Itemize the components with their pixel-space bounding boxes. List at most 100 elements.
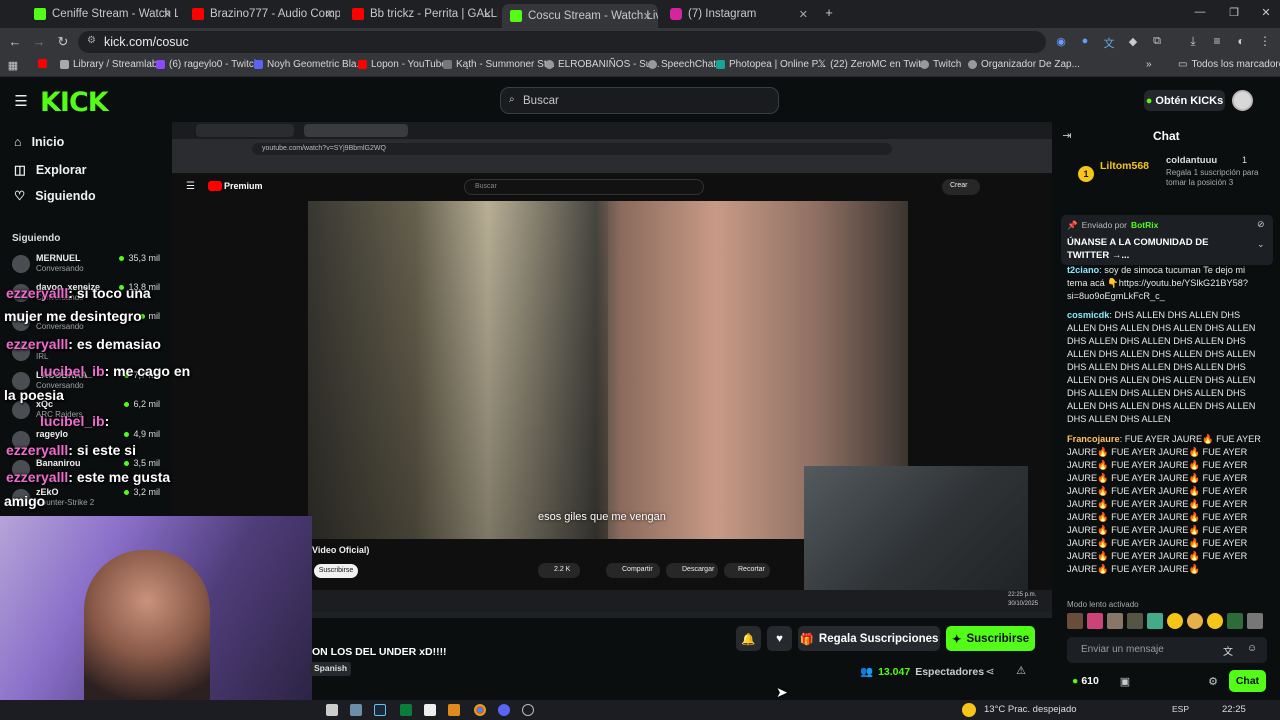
kick-logo[interactable]: KICK: [40, 87, 109, 118]
bookmark-item[interactable]: Noyh Geometric Bla...: [254, 59, 365, 70]
slow-mode-notice: Modo lento activado: [1067, 600, 1139, 609]
taskbar-app-icon[interactable]: [522, 704, 534, 716]
menu-kebab-icon[interactable]: ⋮: [1258, 34, 1272, 48]
browser-tab-4-active[interactable]: Coscu Stream - Watch Live 🔊 ✕: [502, 4, 658, 28]
unpin-icon[interactable]: ⊘: [1257, 219, 1265, 230]
bookmark-item[interactable]: Lopon - YouTube: [358, 59, 447, 70]
browser-tab-2[interactable]: Brazino777 - Audio Completo - ✕: [184, 4, 340, 24]
store-icon[interactable]: ▣: [1118, 675, 1132, 688]
taskbar-app-icon[interactable]: [400, 704, 412, 716]
bookmark-item[interactable]: SpeechChat: [648, 59, 716, 70]
emote-icon[interactable]: [1247, 613, 1263, 629]
chat-author[interactable]: t2ciano: [1067, 265, 1099, 275]
kicks-balance[interactable]: ● 610: [1072, 675, 1099, 687]
nav-inicio[interactable]: ⌂ Inicio: [14, 135, 64, 149]
bookmark-item[interactable]: Twitch: [920, 59, 961, 70]
emote-icon[interactable]: [1107, 613, 1123, 629]
profile-icon[interactable]: ◐: [1234, 34, 1248, 48]
yt-brand: Premium: [224, 181, 263, 191]
download-icon[interactable]: ⤓: [1186, 34, 1200, 49]
address-bar[interactable]: ⚙ kick.com/cosuc: [78, 31, 1046, 53]
weather-text[interactable]: 13°C Prac. despejado: [984, 704, 1077, 715]
chat-message-input[interactable]: Enviar un mensaje 文 ☺: [1067, 637, 1267, 663]
get-kicks-button[interactable]: ● Obtén KICKs: [1144, 90, 1225, 111]
input-language[interactable]: ESP: [1172, 704, 1189, 714]
settings-gear-icon[interactable]: ⚙: [1206, 675, 1220, 688]
search-input[interactable]: ⌕ Buscar: [500, 87, 779, 114]
emote-icon[interactable]: [1227, 613, 1243, 629]
taskbar-app-icon[interactable]: [424, 704, 436, 716]
streamer-figure: [84, 550, 210, 720]
close-icon[interactable]: ✕: [799, 8, 808, 21]
emote-icon[interactable]: [1147, 613, 1163, 629]
emote-icon[interactable]: [1207, 613, 1223, 629]
apps-grid-icon[interactable]: ▦: [6, 59, 20, 72]
window-close-icon[interactable]: ✕: [1258, 6, 1274, 19]
bookmark-item[interactable]: [38, 59, 47, 68]
site-info-icon[interactable]: ⚙: [87, 35, 96, 46]
emote-icon[interactable]: [1127, 613, 1143, 629]
browser-tab-1[interactable]: Ceniffe Stream - Watch Live on K ✕: [26, 4, 178, 24]
extension-icon[interactable]: ◉: [1054, 35, 1068, 48]
emote-icon[interactable]: [1167, 613, 1183, 629]
user-avatar[interactable]: [1232, 90, 1253, 111]
pinned-message[interactable]: 📌 Enviado por BotRix ÚNANSE A LA COMUNIDAD…: [1061, 215, 1273, 265]
translate-icon[interactable]: 文: [1102, 35, 1116, 51]
bookmark-item[interactable]: Organizador De Zap...: [968, 59, 1080, 70]
collapse-chat-icon[interactable]: ⇥: [1060, 129, 1074, 142]
close-icon[interactable]: ✕: [483, 8, 492, 21]
bookmark-item[interactable]: Kąth - Summoner St...: [443, 59, 555, 70]
extension-icon[interactable]: ●: [1078, 35, 1092, 47]
emote-icon[interactable]: [1087, 613, 1103, 629]
chevron-down-icon[interactable]: ⌄: [1257, 239, 1265, 250]
gifter-name[interactable]: coldantuuu: [1166, 155, 1217, 166]
bookmarks-overflow-icon[interactable]: »: [1146, 59, 1152, 70]
browser-tab-5[interactable]: (7) Instagram ✕: [662, 4, 814, 24]
report-warning-icon[interactable]: ⚠: [1015, 664, 1027, 677]
gift-subs-button[interactable]: 🎁 Regala Suscripciones: [798, 626, 940, 651]
bookmark-item[interactable]: ELROBANIÑOS - Su...: [545, 59, 660, 70]
forward-icon[interactable]: →: [32, 34, 46, 49]
bookmark-item[interactable]: 𝕏 (22) ZeroMC en Twit...: [818, 59, 929, 70]
new-tab-icon[interactable]: +: [822, 5, 836, 20]
taskbar-app-icon[interactable]: [350, 704, 362, 716]
chat-author[interactable]: Francojaure: [1067, 434, 1120, 444]
nav-explorar[interactable]: ◫ Explorar: [14, 162, 87, 178]
bookmark-item[interactable]: Photopea | Online P...: [716, 59, 825, 70]
back-icon[interactable]: ←: [8, 34, 22, 49]
subscribe-button[interactable]: ✦ Suscribirse: [946, 626, 1035, 651]
reading-list-icon[interactable]: ≡: [1210, 34, 1224, 48]
emote-icon[interactable]: [1067, 613, 1083, 629]
reload-icon[interactable]: ↻: [56, 34, 70, 50]
browser-tab-3[interactable]: Bb trickz - Perrita | GALLERY ✕: [344, 4, 498, 24]
bookmark-item[interactable]: (6) rageylo0 - Twitch: [156, 59, 259, 70]
emote-icon[interactable]: [1187, 613, 1203, 629]
language-tag[interactable]: Spanish: [310, 662, 352, 676]
bookmark-item[interactable]: Library / Streamlabs: [60, 59, 162, 70]
discord-icon[interactable]: [498, 704, 510, 716]
share-icon[interactable]: ⋖: [984, 665, 996, 678]
follow-heart-icon[interactable]: ♥: [767, 626, 792, 651]
followed-channel[interactable]: MERNUEL Conversando 35,3 mil: [12, 253, 160, 279]
emoji-icon[interactable]: ☺: [1247, 643, 1257, 654]
taskbar-clock[interactable]: 22:25: [1222, 704, 1246, 715]
steam-icon[interactable]: [374, 704, 386, 716]
extension-icon[interactable]: ◆: [1126, 35, 1140, 48]
close-icon[interactable]: ✕: [325, 8, 334, 21]
top-gifter-name[interactable]: Liltom568: [1100, 160, 1149, 172]
hamburger-menu-icon[interactable]: ☰: [13, 92, 29, 110]
translate-icon[interactable]: 文: [1223, 643, 1233, 658]
send-chat-button[interactable]: Chat: [1229, 670, 1266, 692]
notifications-bell-icon[interactable]: 🔔: [736, 626, 761, 651]
taskbar-app-icon[interactable]: [326, 704, 338, 716]
all-bookmarks[interactable]: ▭ Todos los marcadores: [1178, 59, 1280, 70]
close-icon[interactable]: ✕: [643, 10, 652, 23]
chat-author[interactable]: cosmicdk: [1067, 310, 1109, 320]
extensions-puzzle-icon[interactable]: ⧉: [1150, 35, 1164, 48]
nav-siguiendo[interactable]: ♡ Siguiendo: [14, 188, 96, 204]
minimize-icon[interactable]: —: [1192, 6, 1208, 18]
chrome-icon[interactable]: [474, 704, 486, 716]
close-icon[interactable]: ✕: [163, 8, 172, 21]
taskbar-app-icon[interactable]: [448, 704, 460, 716]
maximize-icon[interactable]: ❐: [1226, 6, 1242, 19]
